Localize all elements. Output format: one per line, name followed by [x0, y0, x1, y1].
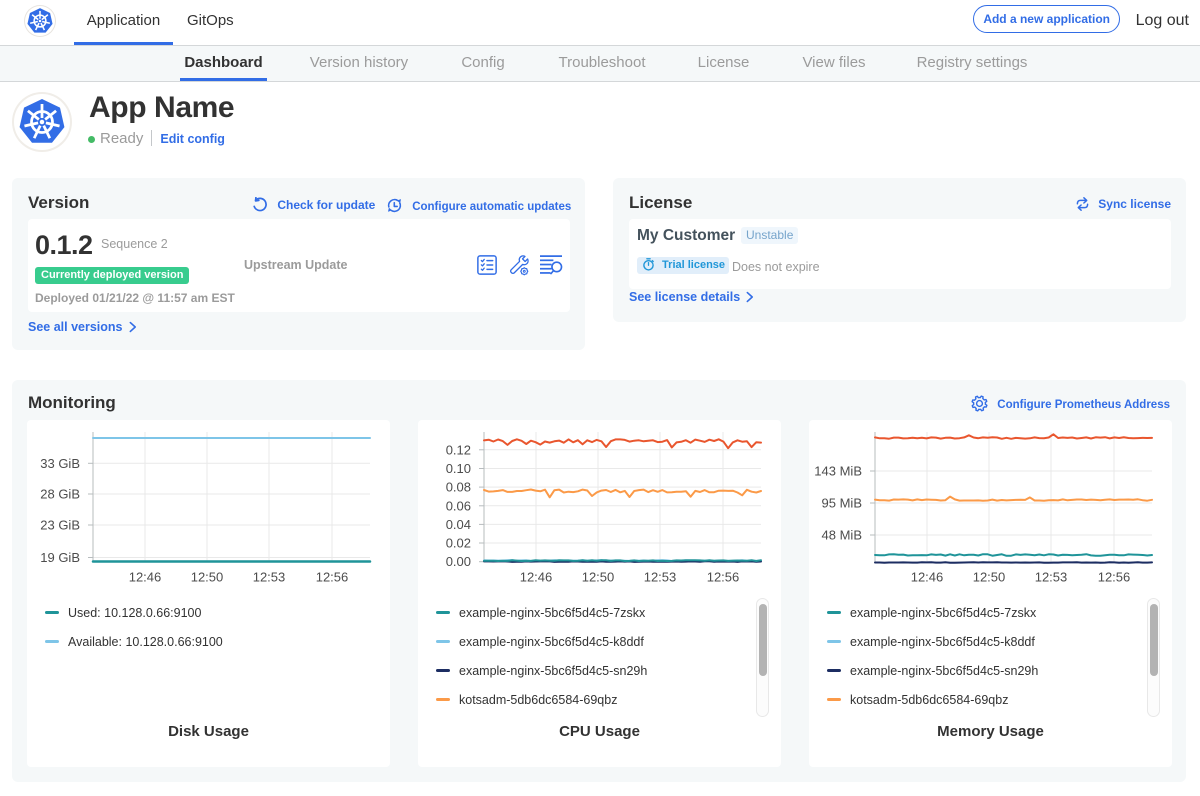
- svg-text:12:53: 12:53: [253, 570, 286, 585]
- svg-text:28 GiB: 28 GiB: [40, 487, 80, 502]
- svg-text:48 MiB: 48 MiB: [822, 528, 862, 543]
- svg-text:0.10: 0.10: [446, 461, 471, 476]
- svg-text:0.06: 0.06: [446, 498, 471, 513]
- svg-text:12:46: 12:46: [911, 570, 944, 585]
- svg-text:0.00: 0.00: [446, 554, 471, 569]
- svg-text:12:56: 12:56: [316, 570, 349, 585]
- svg-text:0.12: 0.12: [446, 442, 471, 457]
- svg-text:12:56: 12:56: [1098, 570, 1131, 585]
- svg-text:0.08: 0.08: [446, 480, 471, 495]
- svg-text:0.04: 0.04: [446, 517, 471, 532]
- svg-text:12:53: 12:53: [1035, 570, 1068, 585]
- svg-text:23 GiB: 23 GiB: [40, 518, 80, 533]
- svg-text:12:53: 12:53: [644, 570, 677, 585]
- svg-text:19 GiB: 19 GiB: [40, 550, 80, 565]
- svg-text:12:46: 12:46: [520, 570, 553, 585]
- svg-text:12:50: 12:50: [582, 570, 615, 585]
- svg-text:12:50: 12:50: [191, 570, 224, 585]
- svg-text:95 MiB: 95 MiB: [822, 496, 862, 511]
- svg-text:12:50: 12:50: [973, 570, 1006, 585]
- svg-text:33 GiB: 33 GiB: [40, 456, 80, 471]
- svg-text:0.02: 0.02: [446, 536, 471, 551]
- svg-text:143 MiB: 143 MiB: [814, 464, 862, 479]
- svg-text:12:56: 12:56: [707, 570, 740, 585]
- svg-text:12:46: 12:46: [129, 570, 162, 585]
